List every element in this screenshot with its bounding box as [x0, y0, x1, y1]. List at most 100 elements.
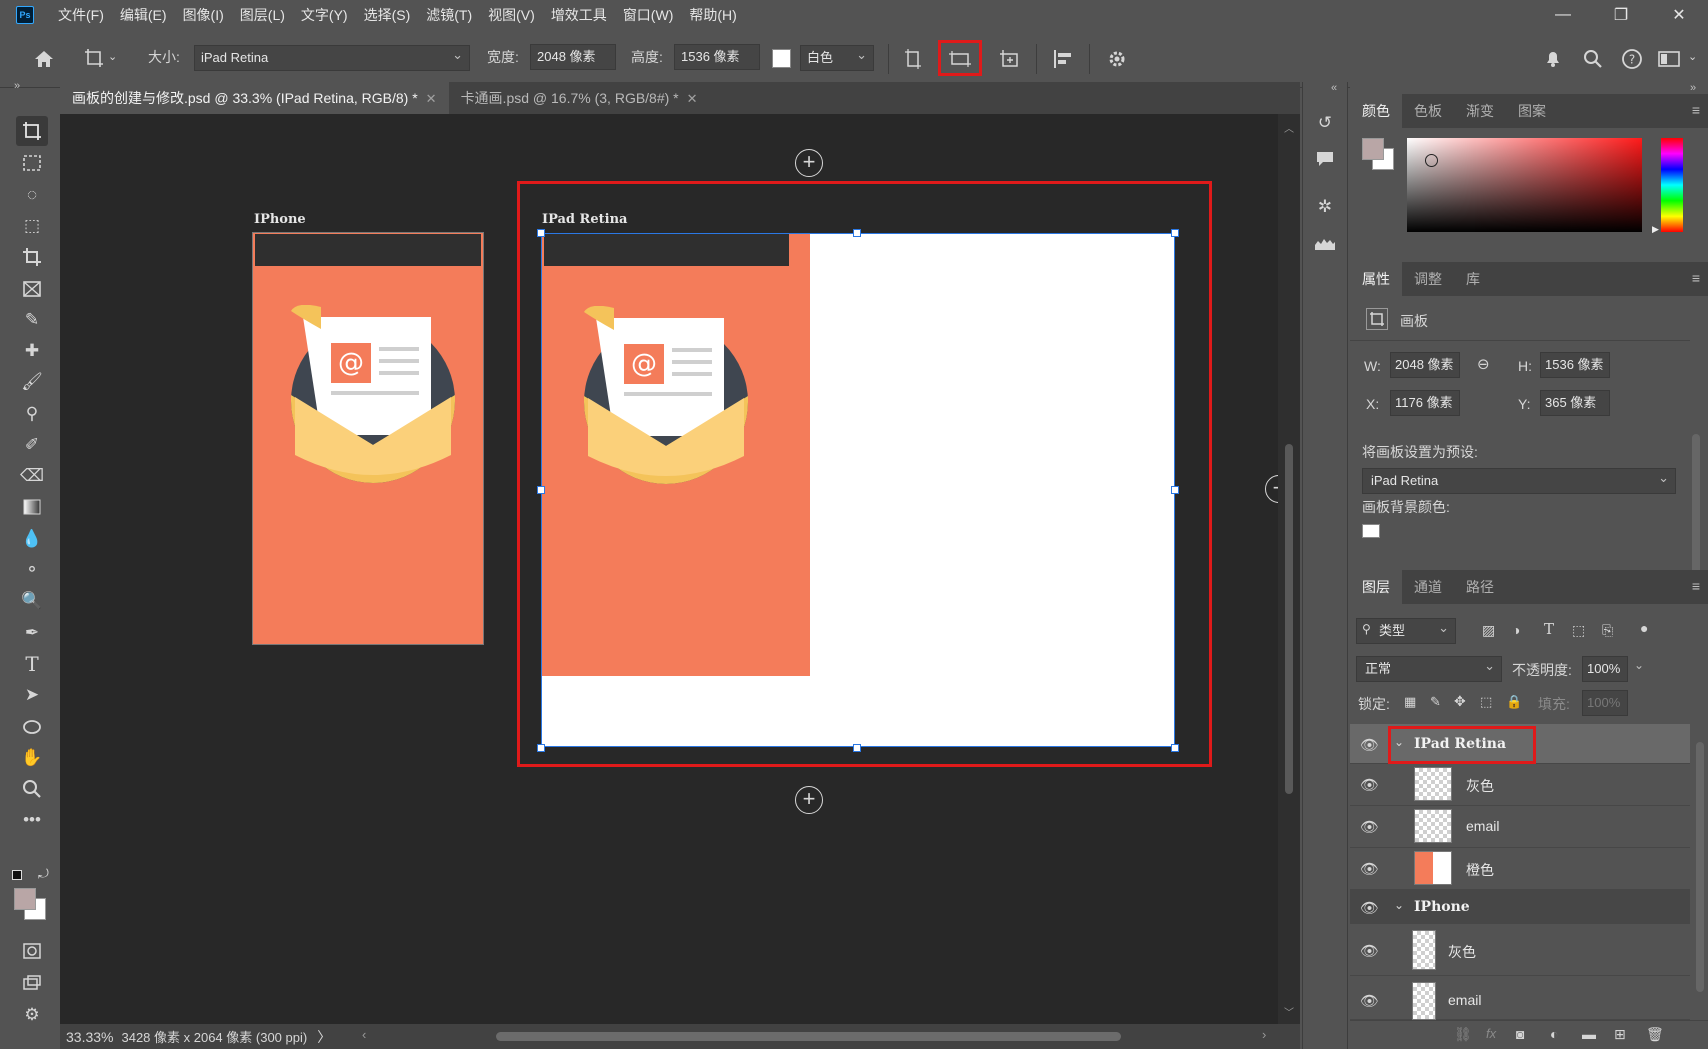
crop-tool-icon[interactable]	[10, 242, 54, 272]
close-button[interactable]: ✕	[1650, 0, 1708, 30]
panel-menu-icon[interactable]: ≡	[1692, 578, 1700, 594]
layer-name[interactable]: 橙色	[1466, 860, 1494, 880]
vertical-scroll-thumb[interactable]	[1285, 444, 1293, 794]
landscape-orientation-icon[interactable]	[946, 45, 974, 73]
chevron-down-icon[interactable]: ⌄	[1634, 658, 1644, 672]
ellipse-tool-icon[interactable]	[10, 712, 54, 742]
tab-libraries[interactable]: 库	[1454, 262, 1492, 296]
tab-adjustments[interactable]: 调整	[1402, 262, 1454, 296]
layer-name[interactable]: 灰色	[1448, 942, 1476, 962]
menu-select[interactable]: 选择(S)	[356, 0, 419, 30]
resize-handle[interactable]	[1171, 229, 1179, 237]
lock-position-icon[interactable]: ✥	[1454, 693, 1466, 710]
clone-stamp-tool-icon[interactable]: ⚲	[10, 399, 54, 429]
add-artboard-right-button[interactable]: +	[1265, 475, 1278, 503]
menu-type[interactable]: 文字(Y)	[293, 0, 356, 30]
tab-artboard-doc[interactable]: 画板的创建与修改.psd @ 33.3% (IPad Retina, RGB/8…	[60, 82, 449, 114]
more-tools-icon[interactable]: •••	[10, 805, 54, 835]
menu-plugins[interactable]: 增效工具	[543, 0, 615, 30]
layers-scrollbar[interactable]	[1694, 724, 1706, 1020]
color-select[interactable]: 白色	[800, 43, 874, 71]
restore-button[interactable]: ❐	[1592, 0, 1650, 30]
resize-handle[interactable]	[537, 229, 545, 237]
expand-panels-icon[interactable]: »	[1690, 82, 1696, 94]
eye-icon[interactable]: 👁	[1360, 942, 1379, 960]
new-adjustment-icon[interactable]: ◐	[1550, 1026, 1558, 1042]
layer-row[interactable]: 👁 email	[1350, 976, 1690, 1020]
chevron-down-icon[interactable]: ⌄	[1688, 47, 1697, 67]
history-icon[interactable]: ↺	[1303, 108, 1347, 138]
zoom-level[interactable]: 33.33%	[66, 1029, 113, 1045]
hue-slider-marker-icon[interactable]: ▶	[1652, 224, 1659, 235]
collapse-panels-icon[interactable]: «	[1331, 82, 1337, 94]
portrait-orientation-icon[interactable]	[899, 45, 927, 73]
lock-image-icon[interactable]: ✎	[1430, 694, 1441, 710]
gear-icon[interactable]	[1103, 45, 1131, 73]
close-icon[interactable]: ✕	[687, 91, 698, 106]
close-icon[interactable]: ✕	[426, 91, 437, 106]
color-field[interactable]	[1407, 138, 1642, 232]
home-icon[interactable]	[30, 45, 58, 73]
eye-icon[interactable]: 👁	[1360, 818, 1379, 836]
preset-select[interactable]: iPad Retina	[1362, 466, 1676, 494]
artboard-ipad-label[interactable]: IPad Retina	[542, 212, 627, 227]
eye-icon[interactable]: 👁	[1360, 736, 1379, 754]
add-mask-icon[interactable]: ◙	[1516, 1026, 1524, 1042]
eye-icon[interactable]: 👁	[1360, 776, 1379, 794]
path-selection-tool-icon[interactable]: ➤	[10, 680, 54, 710]
type-filter-icon[interactable]: T	[1544, 620, 1554, 638]
menu-filter[interactable]: 滤镜(T)	[418, 0, 480, 30]
tab-cartoon-doc[interactable]: 卡通画.psd @ 16.7% (3, RGB/8#) * ✕	[449, 82, 710, 114]
fill-input[interactable]: 100%	[1582, 690, 1628, 716]
scroll-left-icon[interactable]: ‹	[362, 1027, 366, 1042]
resize-handle[interactable]	[853, 744, 861, 752]
tab-properties[interactable]: 属性	[1350, 262, 1402, 296]
menu-edit[interactable]: 编辑(E)	[112, 0, 175, 30]
history-brush-tool-icon[interactable]: ✐	[10, 430, 54, 460]
gradient-tool-icon[interactable]	[10, 492, 54, 522]
artboard-bg-swatch[interactable]	[1362, 524, 1380, 538]
screen-mode-icon[interactable]	[10, 968, 54, 998]
add-artboard-top-button[interactable]: +	[795, 149, 823, 177]
tab-channels[interactable]: 通道	[1402, 570, 1454, 604]
color-swatch[interactable]	[772, 49, 791, 68]
chevron-down-icon[interactable]: ⌄	[1394, 898, 1404, 912]
brush-tool-icon[interactable]: 🖌	[10, 367, 54, 397]
histogram-icon[interactable]	[1303, 228, 1347, 258]
swap-colors-icon[interactable]: ⤾	[38, 866, 49, 882]
marquee-tool-icon[interactable]	[10, 148, 54, 178]
add-artboard-bottom-button[interactable]: +	[795, 786, 823, 814]
resize-handle[interactable]	[1171, 486, 1179, 494]
help-icon[interactable]: ?	[1618, 45, 1646, 73]
tab-paths[interactable]: 路径	[1454, 570, 1506, 604]
new-layer-icon[interactable]: ⊞	[1614, 1026, 1626, 1043]
default-colors-icon[interactable]	[12, 870, 22, 880]
hue-slider[interactable]	[1661, 138, 1683, 232]
status-arrow-icon[interactable]: 〉	[317, 1027, 331, 1047]
tab-swatches[interactable]: 色板	[1402, 94, 1454, 128]
object-selection-tool-icon[interactable]: ⬚	[10, 211, 54, 241]
width-input[interactable]: 2048 像素	[530, 44, 616, 70]
resize-handle[interactable]	[853, 229, 861, 237]
panel-menu-icon[interactable]: ≡	[1692, 102, 1700, 118]
layer-row[interactable]: 👁 email	[1350, 806, 1690, 848]
eye-icon[interactable]: 👁	[1360, 992, 1379, 1010]
quick-mask-icon[interactable]	[10, 936, 54, 966]
frame-tool-icon[interactable]	[10, 274, 54, 304]
menu-help[interactable]: 帮助(H)	[681, 0, 744, 30]
layer-row[interactable]: 👁 灰色	[1350, 764, 1690, 806]
menu-window[interactable]: 窗口(W)	[615, 0, 682, 30]
h-input[interactable]: 1536 像素	[1540, 352, 1610, 378]
menu-file[interactable]: 文件(F)	[50, 0, 112, 30]
artboard-iphone-label[interactable]: IPhone	[254, 212, 306, 227]
type-tool-icon[interactable]: T	[10, 649, 54, 679]
resize-handle[interactable]	[537, 486, 545, 494]
artboard-iphone[interactable]: @	[252, 232, 484, 645]
horizontal-scroll-thumb[interactable]	[496, 1032, 1121, 1041]
quick-selection-tool-icon[interactable]: ◌	[10, 180, 54, 210]
blur-tool-icon[interactable]: 💧	[10, 524, 54, 554]
resize-handle[interactable]	[1171, 744, 1179, 752]
eraser-tool-icon[interactable]: ⌫	[10, 461, 54, 491]
lock-all-icon[interactable]: 🔒	[1506, 694, 1522, 710]
foreground-color-swatch[interactable]	[14, 888, 36, 910]
